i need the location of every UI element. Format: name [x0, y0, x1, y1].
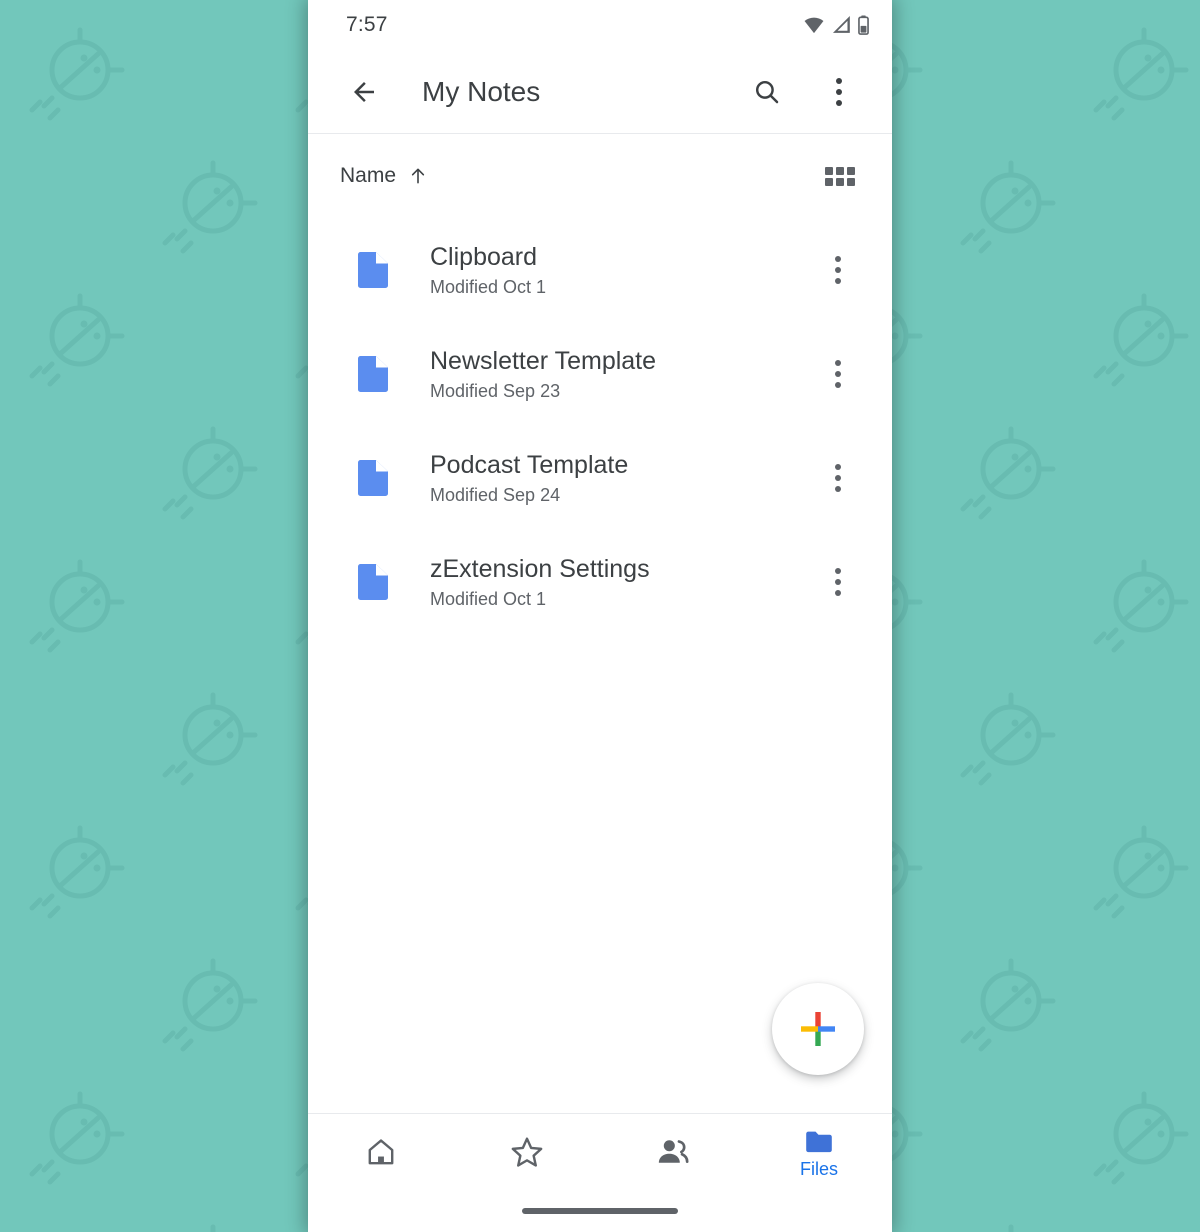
file-modified: Modified Sep 24: [430, 484, 561, 505]
google-plus-icon: [801, 1012, 835, 1046]
grid-view-toggle[interactable]: [818, 154, 862, 198]
file-modified: Modified Sep 23: [430, 380, 561, 401]
overflow-menu-icon: [835, 568, 841, 596]
list-item-overflow-button[interactable]: [814, 558, 862, 606]
file-name: Newsletter Template: [430, 346, 657, 375]
search-button[interactable]: [742, 67, 792, 117]
page-title: My Notes: [422, 75, 541, 107]
search-icon: [755, 80, 779, 103]
list-item-text: Newsletter Template Modified Sep 23: [430, 347, 814, 402]
status-bar-icons: [803, 15, 870, 35]
file-modified: Modified Oct 1: [430, 588, 547, 609]
list-item[interactable]: zExtension Settings Modified Oct 1: [308, 530, 892, 634]
list-item-text: Clipboard Modified Oct 1: [430, 243, 814, 298]
folder-icon: [806, 1131, 832, 1153]
file-name: Podcast Template: [430, 450, 629, 479]
status-bar-clock: 7:57: [346, 13, 388, 36]
nav-tab-starred[interactable]: [454, 1114, 600, 1190]
people-icon: [658, 1140, 689, 1163]
document-icon: [356, 356, 390, 392]
back-button[interactable]: [340, 68, 388, 116]
status-bar: 7:57: [308, 0, 892, 50]
gesture-navigation-area: [308, 1190, 892, 1232]
create-new-fab[interactable]: [772, 983, 864, 1075]
sort-row: Name: [308, 134, 892, 218]
star-icon: [511, 1137, 543, 1167]
nav-tab-shared[interactable]: [600, 1114, 746, 1190]
list-item[interactable]: Clipboard Modified Oct 1: [308, 218, 892, 322]
file-modified: Modified Oct 1: [430, 276, 547, 297]
gesture-navigation-pill[interactable]: [522, 1208, 678, 1214]
arrow-up-icon: [411, 168, 425, 184]
list-item-overflow-button[interactable]: [814, 454, 862, 502]
wallpaper-backdrop: 7:57 My Notes Name Clipboard Modified Oc…: [0, 0, 1200, 1232]
wifi-icon: [804, 17, 824, 34]
file-name: Clipboard: [430, 242, 538, 271]
document-icon: [356, 564, 390, 600]
list-item-overflow-button[interactable]: [814, 246, 862, 294]
document-icon: [356, 252, 390, 288]
overflow-menu-icon: [835, 464, 841, 492]
file-list: Clipboard Modified Oct 1 Newsletter Temp…: [308, 218, 892, 1113]
list-item[interactable]: Podcast Template Modified Sep 24: [308, 426, 892, 530]
overflow-menu-icon: [835, 256, 841, 284]
sort-by-button[interactable]: Name: [340, 164, 428, 188]
list-item-text: Podcast Template Modified Sep 24: [430, 451, 814, 506]
overflow-menu-icon: [836, 77, 842, 106]
list-item[interactable]: Newsletter Template Modified Sep 23: [308, 322, 892, 426]
overflow-menu-icon: [835, 360, 841, 388]
list-item-text: zExtension Settings Modified Oct 1: [430, 555, 814, 610]
cell-signal-icon: [832, 16, 850, 33]
nav-tab-home[interactable]: [308, 1114, 454, 1190]
app-bar: My Notes: [308, 50, 892, 134]
list-item-overflow-button[interactable]: [814, 350, 862, 398]
file-name: zExtension Settings: [430, 554, 650, 583]
nav-tab-files-label: Files: [799, 1159, 838, 1179]
home-icon: [368, 1139, 394, 1165]
grid-view-icon: [825, 166, 855, 186]
overflow-menu-button[interactable]: [814, 67, 864, 117]
document-icon: [356, 460, 390, 496]
back-arrow-icon: [354, 81, 374, 102]
sort-label: Name: [340, 164, 397, 187]
nav-tab-files[interactable]: Files: [746, 1114, 892, 1190]
bottom-navigation-bar: Files: [308, 1113, 892, 1190]
battery-icon: [858, 15, 869, 35]
phone-screen: 7:57 My Notes Name Clipboard Modified Oc…: [308, 0, 892, 1232]
